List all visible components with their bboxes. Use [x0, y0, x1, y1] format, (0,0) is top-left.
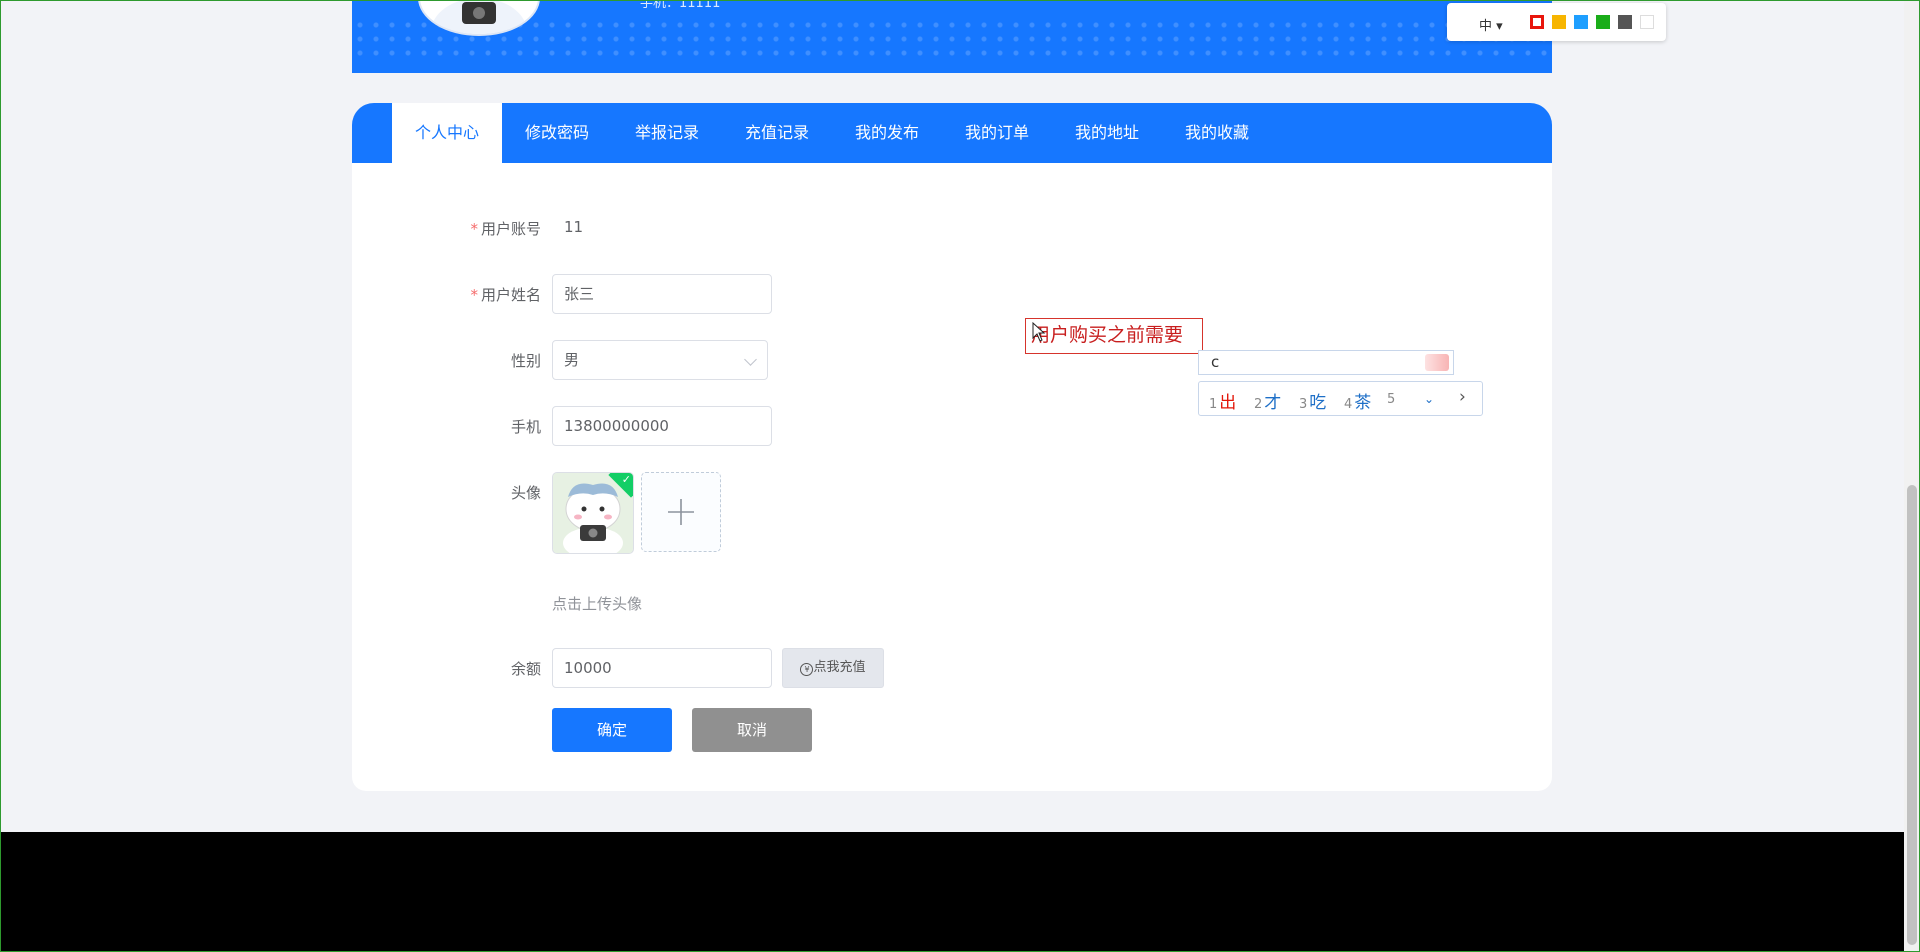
tab-my-posts[interactable]: 我的发布: [832, 103, 942, 163]
avatar-upload-hint: 点击上传头像: [552, 595, 643, 613]
header-user-name: 手机：11111: [640, 0, 721, 11]
color-swatch-red[interactable]: [1530, 15, 1544, 29]
account-label: * 用户账号: [470, 220, 541, 238]
ime-candidate[interactable]: 3吃: [1299, 388, 1326, 413]
tab-change-password[interactable]: 修改密码: [502, 103, 612, 163]
ime-candidate[interactable]: 1出: [1209, 388, 1236, 413]
vertical-scrollbar[interactable]: [1904, 0, 1920, 952]
name-label: * 用户姓名: [470, 286, 541, 304]
color-swatch-blue[interactable]: [1574, 15, 1588, 29]
color-swatch-white[interactable]: [1640, 15, 1654, 29]
color-swatch-green[interactable]: [1596, 15, 1610, 29]
ime-candidate[interactable]: 2才: [1254, 388, 1281, 413]
tab-report-records[interactable]: 举报记录: [612, 103, 722, 163]
confirm-button[interactable]: 确定: [552, 708, 672, 752]
scrollbar-thumb[interactable]: [1907, 485, 1917, 945]
name-input[interactable]: 张三: [552, 274, 772, 314]
recharge-coin-icon: ¥: [800, 663, 814, 676]
tab-personal-center[interactable]: 个人中心: [392, 103, 502, 163]
annotation-toolbar: 中 ▾: [1447, 3, 1666, 41]
avatar-thumbnail[interactable]: ✓: [552, 472, 634, 554]
annotation-text-box[interactable]: 用户购买之前需要: [1025, 318, 1203, 354]
balance-label: 余额: [510, 660, 541, 678]
input-language-toggle[interactable]: 中 ▾: [1479, 15, 1503, 34]
tab-my-orders[interactable]: 我的订单: [942, 103, 1052, 163]
phone-label: 手机: [510, 418, 541, 436]
plus-icon: [668, 499, 694, 525]
banner-pattern: [352, 18, 1552, 58]
recharge-button[interactable]: ¥ 点我充值: [782, 648, 884, 688]
ime-logo-icon: [1425, 354, 1449, 371]
tab-my-favorites[interactable]: 我的收藏: [1162, 103, 1272, 163]
gender-label: 性别: [510, 352, 541, 370]
color-swatch-yellow[interactable]: [1552, 15, 1566, 29]
ime-candidate-list: 1出 2才 3吃 4茶 5 ⌄ ›: [1198, 381, 1483, 416]
tab-my-address[interactable]: 我的地址: [1052, 103, 1162, 163]
gender-selected-value: 男: [564, 351, 580, 369]
avatar-label: 头像: [510, 484, 541, 502]
avatar-upload-button[interactable]: [641, 472, 721, 552]
color-swatch-gray[interactable]: [1618, 15, 1632, 29]
ime-composition-input[interactable]: c: [1198, 350, 1454, 375]
ime-candidate[interactable]: 4茶: [1344, 388, 1371, 413]
tab-recharge-records[interactable]: 充值记录: [722, 103, 832, 163]
input-language-label: 中: [1479, 19, 1493, 34]
page-footer-area: [0, 832, 1904, 952]
ime-next-page-icon[interactable]: ›: [1459, 387, 1466, 407]
balance-input[interactable]: 10000: [552, 648, 772, 688]
ime-expand-icon[interactable]: ⌄: [1424, 392, 1434, 406]
check-icon: ✓: [621, 473, 631, 486]
cancel-button[interactable]: 取消: [692, 708, 812, 752]
gender-select[interactable]: 男: [552, 340, 768, 380]
recharge-button-label: 点我充值: [813, 660, 866, 675]
account-value: 11: [564, 218, 584, 236]
ime-composition-text: c: [1211, 353, 1220, 371]
profile-form-panel: [352, 163, 1552, 791]
mouse-cursor-icon: [1032, 322, 1046, 342]
chevron-down-icon: [744, 353, 757, 366]
ime-candidate[interactable]: 5: [1387, 388, 1397, 408]
phone-input[interactable]: 13800000000: [552, 406, 772, 446]
profile-tab-bar: 个人中心 修改密码 举报记录 充值记录 我的发布 我的订单 我的地址 我的收藏: [352, 103, 1552, 163]
